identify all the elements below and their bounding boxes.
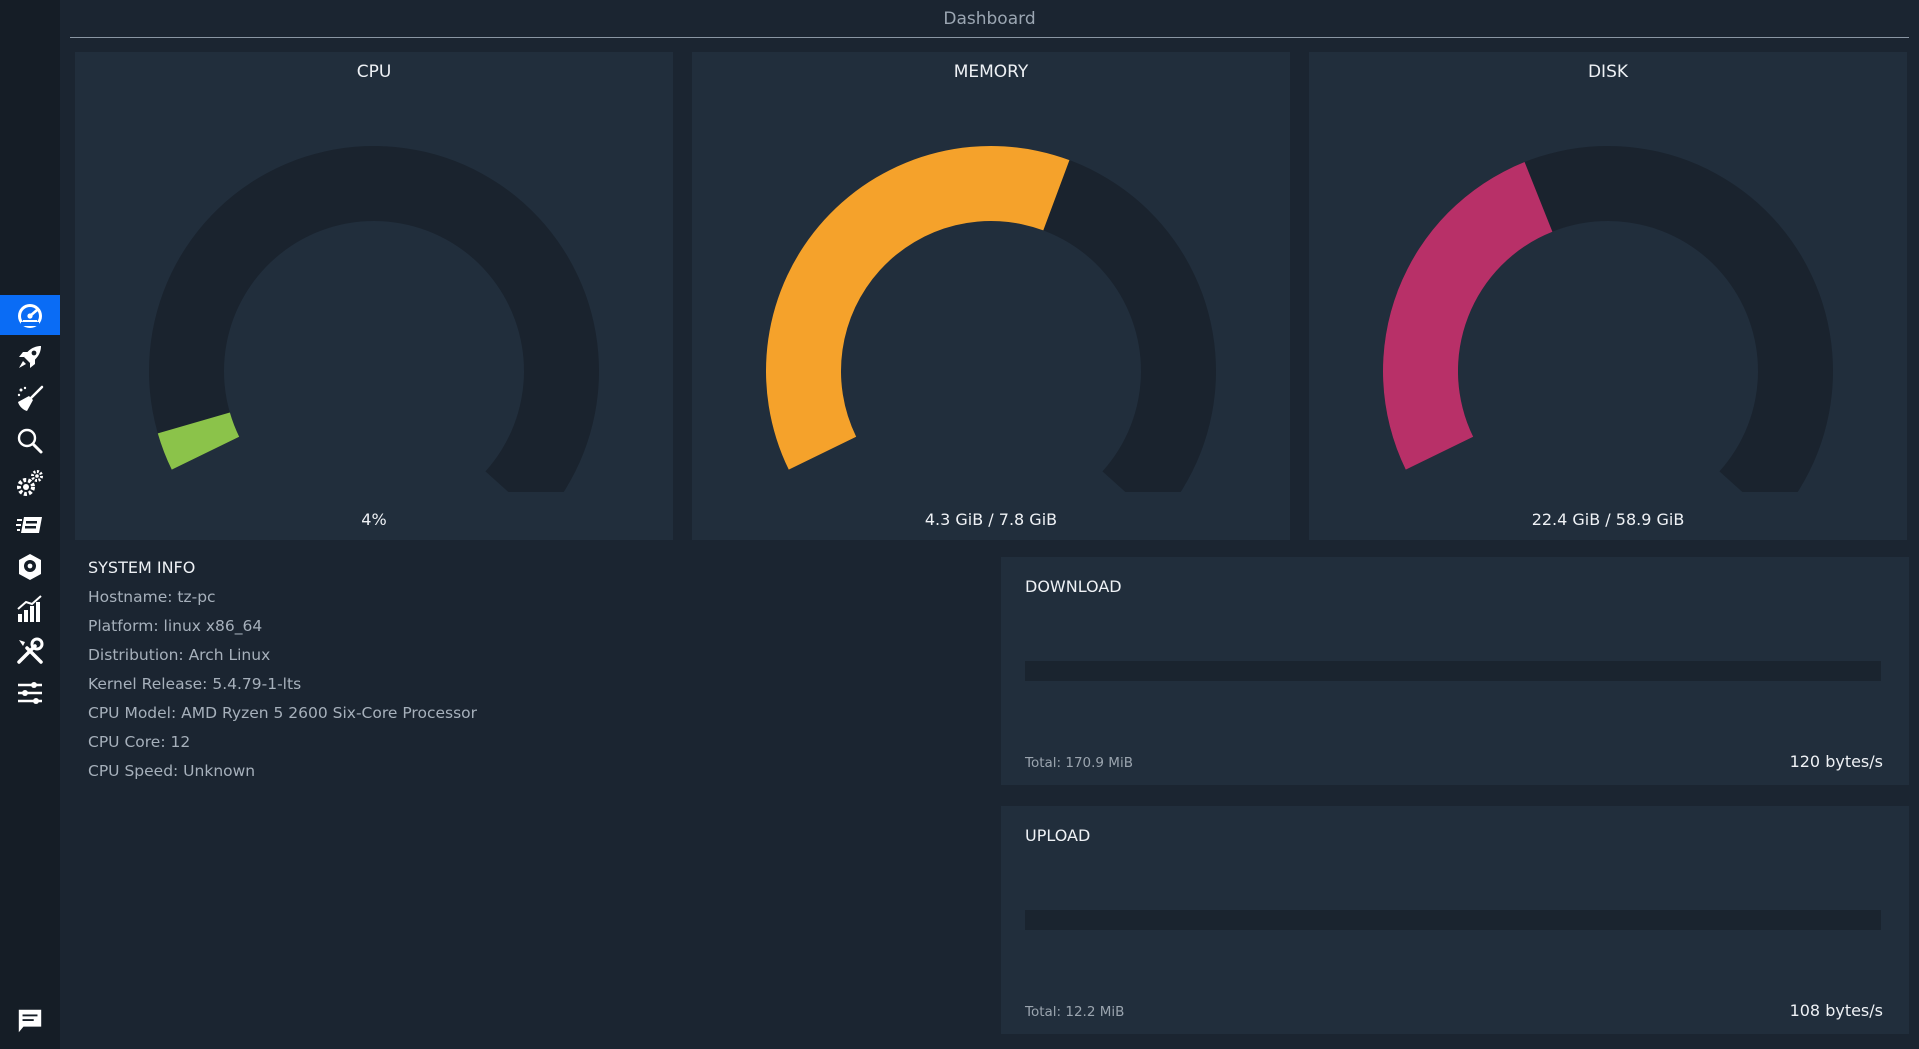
disk-icon <box>19 554 41 580</box>
memory-gauge-title: MEMORY <box>953 62 1029 82</box>
system-info-row: Distribution: Arch Linux <box>88 646 271 664</box>
disk-gauge-fill <box>1383 162 1553 470</box>
nav-settings[interactable] <box>0 673 60 713</box>
system-info: SYSTEM INFO Hostname: tz-pc Platform: li… <box>88 558 988 786</box>
cpu-gauge-value: 4% <box>361 510 387 529</box>
memory-gauge-card: MEMORY 4.3 GiB / 7.8 GiB <box>692 52 1290 540</box>
top-bar: Dashboard <box>70 0 1909 38</box>
message-icon <box>18 1009 42 1033</box>
nav-services[interactable] <box>0 463 60 503</box>
system-info-row: Kernel Release: 5.4.79-1-lts <box>88 675 302 693</box>
sliders-icon <box>18 682 42 704</box>
disk-gauge-title: DISK <box>1587 62 1629 82</box>
chart-icon <box>17 595 42 622</box>
download-rate: 120 bytes/s <box>1789 752 1883 771</box>
disk-gauge-value: 22.4 GiB / 58.9 GiB <box>1531 510 1685 529</box>
nav-feedback[interactable] <box>0 1001 60 1041</box>
nav-startup[interactable] <box>0 337 60 377</box>
cpu-gauge <box>149 146 599 492</box>
disk-gauge-card: DISK 22.4 GiB / 58.9 GiB <box>1309 52 1907 540</box>
upload-card: UPLOAD Total: 12.2 MiB 108 bytes/s <box>1001 806 1909 1034</box>
memory-gauge-value: 4.3 GiB / 7.8 GiB <box>924 510 1058 529</box>
sidebar <box>0 0 60 1049</box>
system-info-row: CPU Model: AMD Ryzen 5 2600 Six-Core Pro… <box>88 704 478 722</box>
system-info-row: Platform: linux x86_64 <box>88 617 263 635</box>
tools-icon <box>17 637 44 664</box>
upload-bar <box>1025 910 1881 930</box>
gears-icon <box>17 470 43 496</box>
cpu-gauge-title: CPU <box>356 62 392 82</box>
system-info-title: SYSTEM INFO <box>88 558 196 577</box>
nav-uninstaller[interactable] <box>0 547 60 587</box>
system-info-row: CPU Core: 12 <box>88 733 191 751</box>
download-title: DOWNLOAD <box>1025 577 1122 596</box>
system-info-row: CPU Speed: Unknown <box>88 762 256 780</box>
nav-tools[interactable] <box>0 631 60 671</box>
upload-title: UPLOAD <box>1025 826 1091 845</box>
upload-rate: 108 bytes/s <box>1789 1001 1883 1020</box>
memory-gauge <box>766 145 1216 492</box>
cpu-gauge-card: CPU 4% <box>75 52 673 540</box>
page-title: Dashboard <box>943 8 1036 29</box>
nav-dashboard[interactable] <box>0 295 60 335</box>
nav-resources[interactable] <box>0 589 60 629</box>
rocket-icon <box>19 346 41 368</box>
dashboard-icon <box>18 304 42 328</box>
packages-icon <box>16 517 42 533</box>
nav-search[interactable] <box>0 421 60 461</box>
download-bar <box>1025 661 1881 681</box>
upload-total: Total: 12.2 MiB <box>1025 1004 1125 1020</box>
system-info-row: Hostname: tz-pc <box>88 588 216 606</box>
disk-gauge <box>1383 146 1833 492</box>
search-icon <box>17 428 43 454</box>
main-content: Dashboard CPU 4% MEMORY 4.3 GiB / 7.8 Gi… <box>60 0 1919 1049</box>
nav-cleaner[interactable] <box>0 379 60 419</box>
broom-icon <box>17 385 44 411</box>
download-card: DOWNLOAD Total: 170.9 MiB 120 bytes/s <box>1001 557 1909 785</box>
download-total: Total: 170.9 MiB <box>1025 755 1133 771</box>
memory-gauge-fill <box>766 145 1070 470</box>
nav-processes[interactable] <box>0 505 60 545</box>
